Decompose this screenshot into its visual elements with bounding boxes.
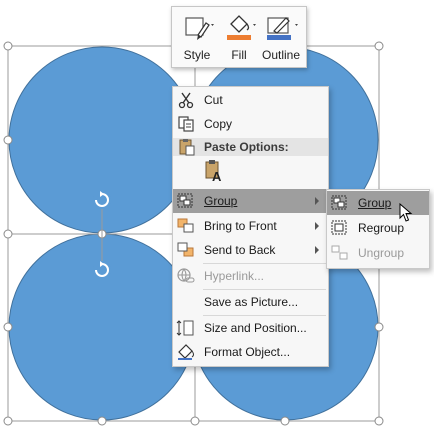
clipboard-icon [179, 139, 195, 156]
menu-item-save-as-picture[interactable]: Save as Picture... [173, 290, 328, 314]
menu-item-copy[interactable]: Copy [173, 112, 328, 136]
paint-bucket-icon [227, 15, 256, 40]
paste-keep-text-only-button[interactable]: A [203, 159, 225, 184]
group-objects-icon [331, 195, 347, 210]
ungroup-icon [331, 245, 348, 260]
paste-options-header: Paste Options: [173, 138, 328, 156]
paste-options-label: Paste Options: [204, 140, 289, 154]
style-button[interactable]: Style [176, 11, 218, 63]
mouse-cursor-icon [399, 203, 413, 222]
menu-item-send-to-back[interactable]: Send to Back [173, 238, 328, 262]
menu-item-label: Format Object... [204, 345, 291, 359]
menu-item-cut[interactable]: Cut [173, 88, 328, 112]
format-shape-icon [178, 344, 194, 360]
menu-item-label: Group [204, 194, 238, 208]
outline-label: Outline [261, 48, 301, 62]
send-to-back-icon [177, 242, 194, 257]
hyperlink-icon [177, 268, 195, 283]
submenu-arrow-icon [315, 197, 319, 205]
paste-text-only-icon: A [205, 160, 222, 184]
fill-label: Fill [231, 48, 247, 62]
submenu-item-label: Ungroup [358, 246, 405, 260]
submenu-item-group[interactable]: Group [327, 191, 429, 215]
menu-item-size-and-position[interactable]: Size and Position... [173, 316, 328, 340]
submenu-item-label: Regroup [358, 221, 405, 235]
menu-item-label: Send to Back [204, 243, 276, 257]
menu-item-label: Copy [204, 117, 233, 131]
menu-item-group[interactable]: Group [173, 189, 328, 213]
menu-item-label: Bring to Front [204, 219, 277, 233]
menu-item-label: Size and Position... [204, 321, 307, 335]
outline-button[interactable]: Outline [260, 11, 302, 63]
svg-text:A: A [212, 169, 222, 183]
menu-item-label: Hyperlink... [204, 269, 265, 283]
mini-toolbar: Style Fill Outline [171, 6, 307, 68]
group-submenu: Group Regroup Ungroup [326, 189, 430, 269]
regroup-icon [331, 220, 347, 235]
menu-item-label: Save as Picture... [204, 295, 299, 309]
style-label: Style [183, 48, 211, 62]
submenu-item-label: Group [358, 196, 392, 210]
bring-to-front-icon [177, 218, 194, 233]
menu-item-format-object[interactable]: Format Object... [173, 340, 328, 364]
group-objects-icon [177, 193, 193, 208]
submenu-item-ungroup[interactable]: Ungroup [327, 241, 429, 265]
fill-button[interactable]: Fill [218, 11, 260, 63]
menu-item-bring-to-front[interactable]: Bring to Front [173, 214, 328, 238]
submenu-arrow-icon [315, 222, 319, 230]
menu-item-hyperlink[interactable]: Hyperlink... [173, 264, 328, 288]
pen-outline-icon [267, 17, 298, 40]
submenu-arrow-icon [315, 246, 319, 254]
copy-icon [178, 116, 194, 132]
shape-style-icon [185, 17, 214, 40]
menu-item-label: Cut [204, 93, 223, 107]
scissors-icon [178, 92, 194, 109]
submenu-item-regroup[interactable]: Regroup [327, 216, 429, 240]
context-menu: Cut Copy Paste Options: A Group Bring to… [172, 86, 329, 367]
size-position-icon [176, 320, 194, 336]
